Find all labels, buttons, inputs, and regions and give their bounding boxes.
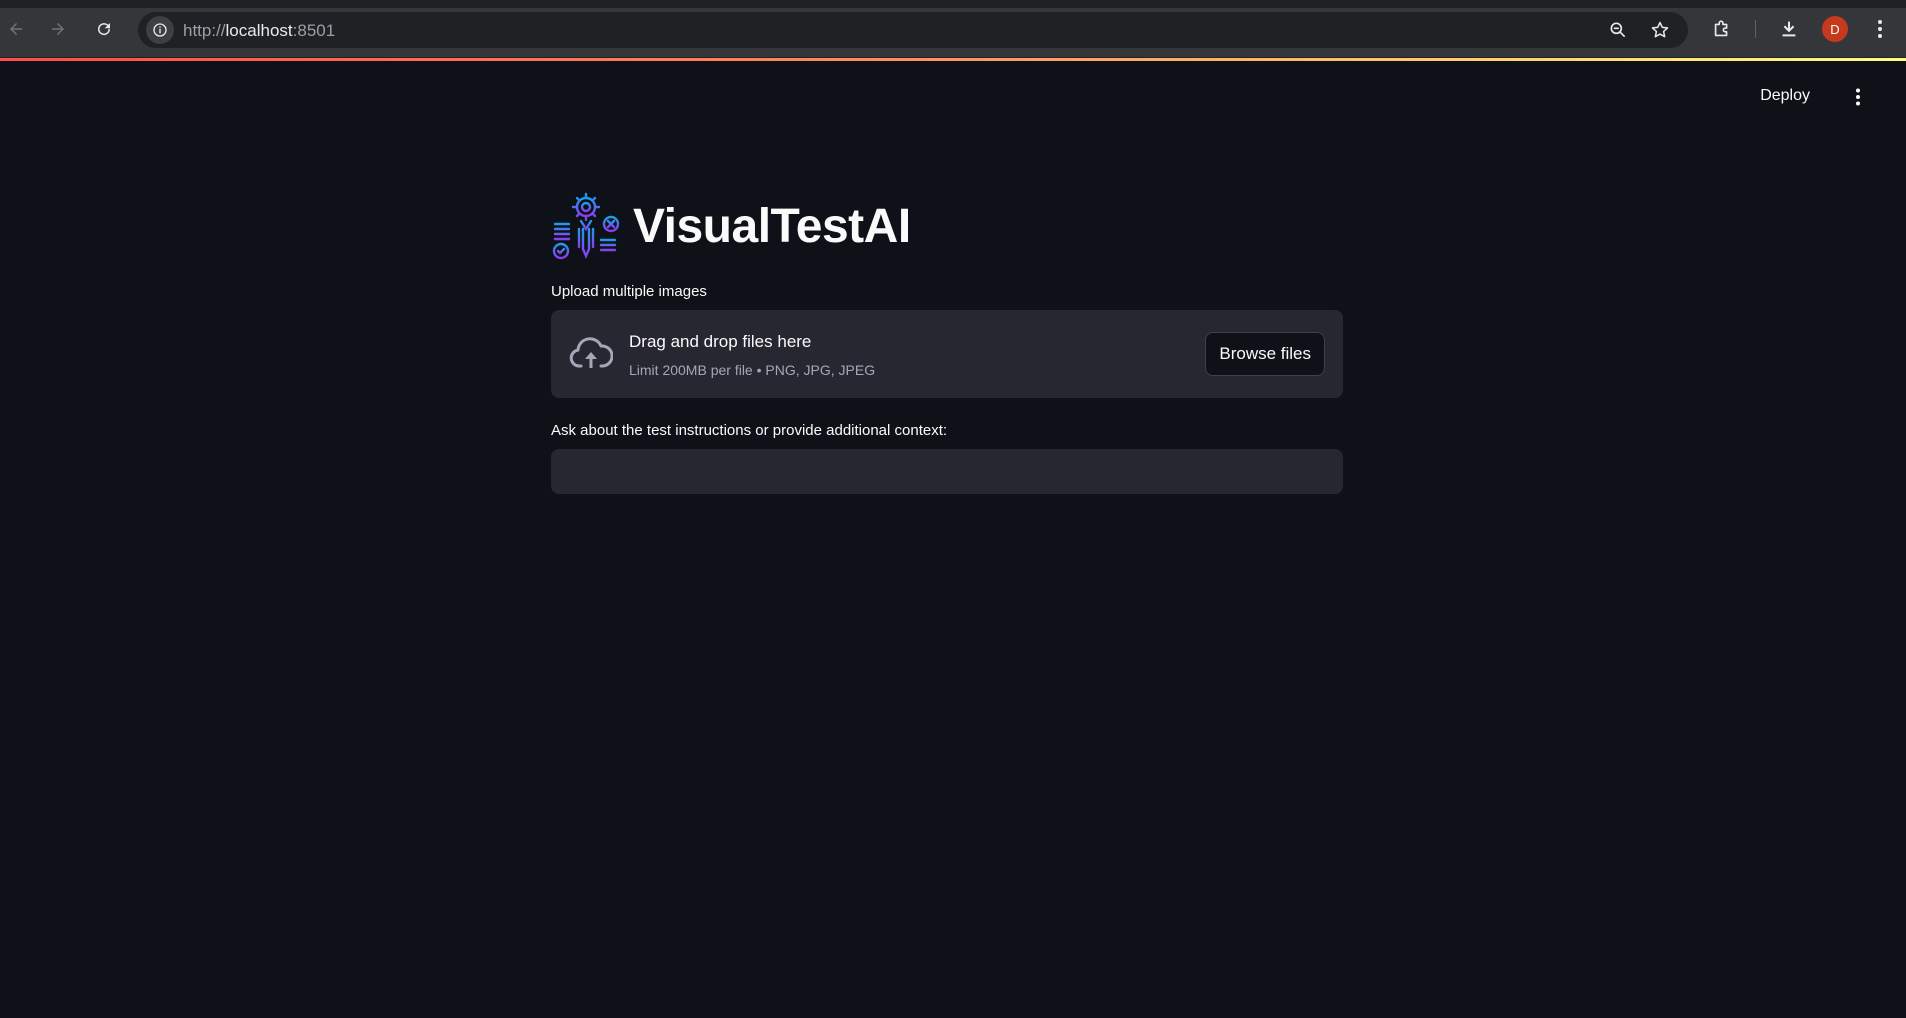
main-content: VisualTestAI Upload multiple images Drag…	[551, 191, 1343, 494]
page-header: VisualTestAI	[551, 191, 1343, 261]
back-button[interactable]	[0, 13, 32, 45]
arrow-left-icon	[10, 23, 22, 35]
reload-icon	[98, 23, 111, 36]
forward-button[interactable]	[42, 13, 74, 45]
toolbar-divider	[1755, 20, 1756, 38]
deploy-button[interactable]: Deploy	[1760, 87, 1810, 105]
profile-avatar[interactable]: D	[1822, 16, 1848, 42]
streamlit-app: Deploy VisualTestAI Upload multiple imag…	[0, 61, 1906, 1018]
kebab-menu-icon	[1856, 88, 1860, 106]
url-text: http://localhost:8501	[183, 21, 335, 41]
zoom-button[interactable]	[1606, 18, 1630, 42]
kebab-menu-icon	[1878, 20, 1882, 38]
cloud-upload-icon	[569, 337, 613, 368]
address-bar[interactable]: http://localhost:8501	[138, 12, 1688, 48]
file-dropzone[interactable]: Drag and drop files here Limit 200MB per…	[551, 310, 1343, 398]
uploader-label: Upload multiple images	[551, 283, 707, 300]
reload-button[interactable]	[88, 13, 120, 45]
extensions-button[interactable]	[1708, 15, 1736, 43]
question-label: Ask about the test instructions or provi…	[551, 422, 948, 439]
dropzone-title: Drag and drop files here	[629, 332, 812, 351]
bookmark-button[interactable]	[1648, 18, 1672, 42]
info-icon	[153, 23, 167, 37]
star-icon	[1651, 21, 1669, 38]
puzzle-icon	[1714, 20, 1728, 37]
page-title: VisualTestAI	[633, 199, 911, 253]
app-menu-button[interactable]	[1846, 87, 1870, 107]
browse-files-button[interactable]: Browse files	[1205, 332, 1325, 376]
zoom-out-icon	[1610, 22, 1626, 38]
arrow-right-icon	[52, 23, 64, 35]
url-scheme: http://	[183, 21, 226, 40]
tab-strip	[0, 0, 1906, 8]
question-input[interactable]	[551, 449, 1343, 494]
gear-pen-checklist-logo	[552, 192, 620, 260]
url-host: localhost	[225, 21, 293, 40]
dropzone-limit: Limit 200MB per file • PNG, JPG, JPEG	[629, 362, 876, 378]
browser-toolbar: http://localhost:8501 D	[0, 0, 1906, 58]
url-port: :8501	[292, 21, 336, 40]
site-info-button[interactable]	[146, 16, 174, 44]
browser-menu-button[interactable]	[1866, 15, 1894, 43]
download-icon	[1782, 21, 1796, 37]
downloads-button[interactable]	[1775, 15, 1803, 43]
